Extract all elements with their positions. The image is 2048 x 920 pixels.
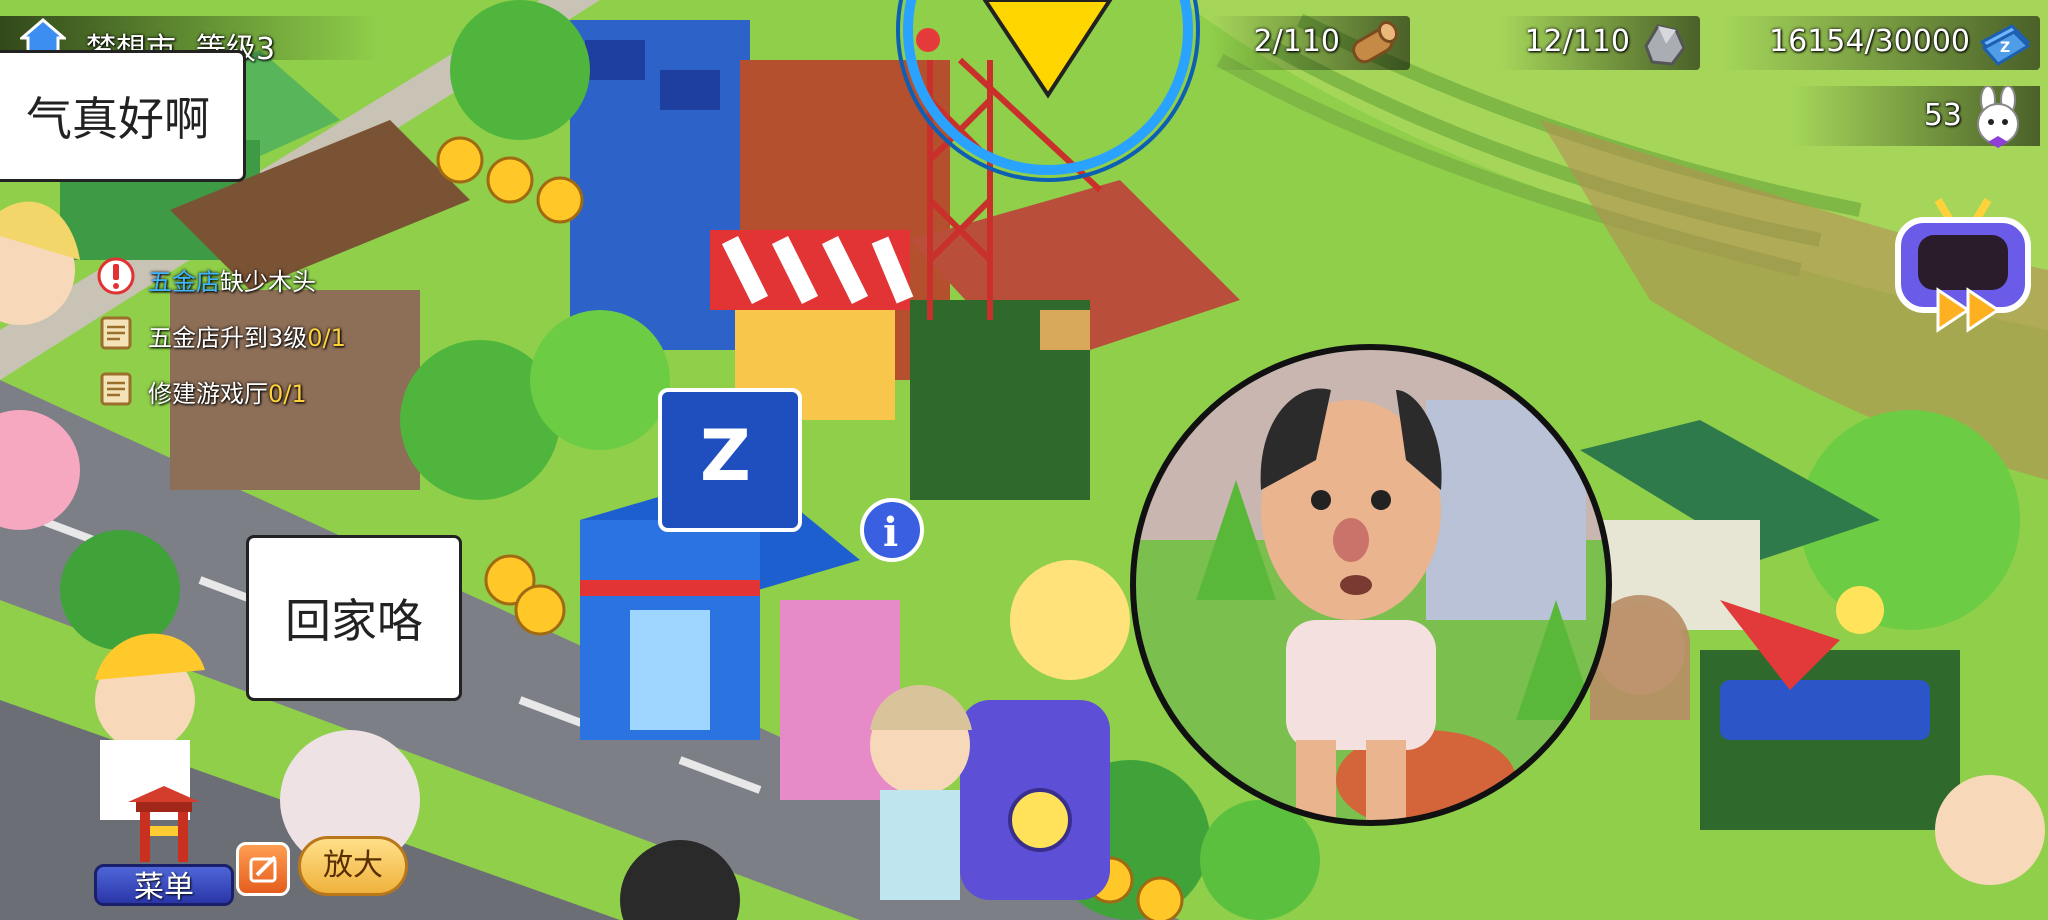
menu-button-label: 菜单: [94, 864, 234, 906]
scroll-icon: [100, 316, 132, 350]
money-count: 16154/30000: [1769, 24, 1970, 59]
info-icon-letter: i: [883, 509, 898, 556]
scroll-icon: [100, 372, 132, 406]
quest-item-upgrade-hardware-store[interactable]: 五金店升到3级0/1: [96, 306, 396, 362]
wood-resource[interactable]: 2/110: [1210, 16, 1410, 70]
cash-icon: Z: [1979, 24, 2031, 66]
npc-yellow-hair: [1010, 560, 1130, 680]
pencil-icon: [249, 855, 277, 883]
bunny-token-resource[interactable]: 53: [1790, 86, 2040, 148]
npc-blonde-boy: [870, 685, 972, 900]
bunny-icon: [1977, 86, 2019, 148]
stone-icon: [1644, 24, 1686, 66]
arcade-sign: [1720, 680, 1930, 740]
money-resource[interactable]: 16154/30000 Z: [1720, 16, 2040, 70]
menu-gate-icon: [128, 786, 200, 862]
stone-resource[interactable]: 12/110: [1500, 16, 1700, 70]
menu-button[interactable]: 菜单: [94, 786, 234, 912]
blue-awning-2: [660, 70, 720, 110]
tree: [60, 530, 180, 650]
wood-count: 2/110: [1253, 24, 1340, 59]
edit-button[interactable]: [236, 842, 290, 896]
quest-progress: 0/1: [268, 380, 307, 408]
bunny-count: 53: [1923, 98, 1962, 133]
store-stripe: [580, 580, 760, 596]
quest-text: 修建游戏厅0/1: [148, 374, 307, 409]
tree: [530, 310, 670, 450]
zoom-in-button[interactable]: 放大: [298, 836, 408, 896]
svg-text:Z: Z: [2000, 40, 2010, 56]
tree: [450, 0, 590, 140]
quest-description: 缺少木头: [220, 268, 316, 296]
stone-count: 12/110: [1524, 24, 1630, 59]
tv-replay-icon[interactable]: [1888, 180, 2038, 340]
red-dot: [916, 28, 940, 52]
quest-highlight: 五金店: [148, 268, 220, 296]
quest-list[interactable]: 五金店缺少木头 五金店升到3级0/1 修建游戏厅0/1: [96, 250, 396, 418]
quest-item-missing-wood[interactable]: 五金店缺少木头: [96, 250, 396, 306]
speech-bubble-home: 回家咯: [246, 535, 462, 701]
quest-progress: 0/1: [307, 324, 346, 352]
quest-text: 五金店升到3级0/1: [148, 318, 346, 353]
quest-text: 五金店缺少木头: [148, 262, 316, 297]
npc-bath-man: [1935, 775, 2045, 885]
alert-icon: [97, 257, 135, 295]
crate: [1040, 310, 1090, 350]
speech-bubble-weather: 气真好啊: [0, 50, 246, 182]
store-door: [630, 610, 710, 730]
magnifier-machine: [1426, 400, 1586, 620]
purple-house-window: [1008, 788, 1072, 852]
wood-log-icon: [1352, 20, 1399, 64]
store-sign-letter: Z: [700, 415, 751, 497]
quest-description: 五金店升到3级: [148, 324, 308, 352]
game-scene[interactable]: Z i: [0, 0, 2048, 920]
magnifier-zoom-view[interactable]: [1126, 340, 1616, 830]
quest-description: 修建游戏厅: [148, 380, 268, 408]
quest-item-build-arcade[interactable]: 修建游戏厅0/1: [96, 362, 396, 418]
blue-awning-1: [585, 40, 645, 80]
